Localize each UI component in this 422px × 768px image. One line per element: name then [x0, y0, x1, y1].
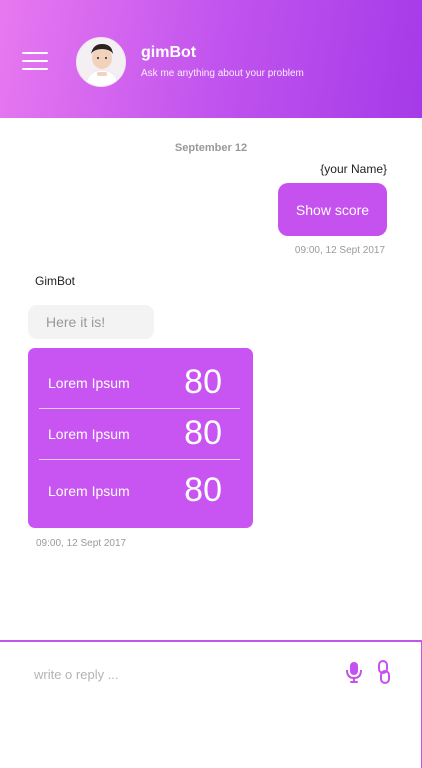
microphone-icon[interactable] — [344, 661, 364, 683]
date-separator: September 12 — [174, 142, 248, 154]
score-row: Lorem Ipsum 80 — [39, 408, 240, 459]
link-icon[interactable] — [376, 660, 392, 684]
bot-avatar — [76, 37, 126, 87]
bot-message-timestamp: 09:00, 12 Sept 2017 — [36, 538, 127, 549]
reply-composer — [0, 640, 422, 768]
bot-name: gimBot — [141, 44, 197, 61]
user-message-timestamp: 09:00, 12 Sept 2017 — [294, 245, 385, 256]
score-card: Lorem Ipsum 80 Lorem Ipsum 80 Lorem Ipsu… — [28, 348, 253, 528]
reply-input[interactable] — [34, 662, 314, 686]
bot-subtitle: Ask me anything about your problem — [141, 68, 304, 79]
score-label: Lorem Ipsum — [48, 425, 130, 442]
score-value: 80 — [184, 363, 222, 401]
score-row: Lorem Ipsum 80 — [39, 465, 240, 516]
hamburger-menu-icon[interactable] — [22, 51, 48, 71]
score-label: Lorem Ipsum — [48, 374, 130, 391]
score-row: Lorem Ipsum 80 — [39, 357, 240, 408]
app-header: gimBot Ask me anything about your proble… — [0, 0, 422, 118]
score-label: Lorem Ipsum — [48, 482, 130, 499]
score-value: 80 — [184, 414, 222, 452]
score-divider — [39, 459, 240, 460]
score-value: 80 — [184, 471, 222, 509]
user-sender-name: {your Name} — [320, 162, 387, 176]
bot-sender-name: GimBot — [35, 274, 76, 288]
user-message-bubble: Show score — [278, 183, 387, 236]
bot-message-bubble: Here it is! — [28, 305, 154, 339]
